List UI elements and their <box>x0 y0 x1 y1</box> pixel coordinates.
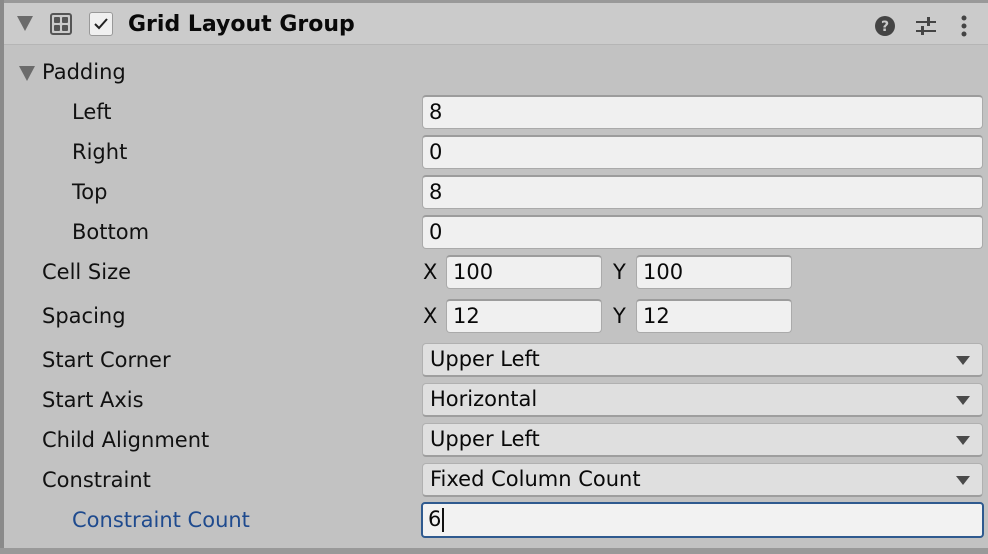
cell-size-label: Cell Size <box>42 260 132 284</box>
constraint-count-field[interactable]: 6 <box>421 502 984 538</box>
start-axis-value: Horizontal <box>430 387 538 411</box>
constraint-value: Fixed Column Count <box>430 467 641 491</box>
child-alignment-label: Child Alignment <box>42 428 210 452</box>
grid-layout-component-icon <box>50 13 72 35</box>
enabled-checkbox[interactable] <box>89 12 113 36</box>
cell-size-y-field[interactable]: 100 <box>636 255 792 289</box>
constraint-label: Constraint <box>42 468 151 492</box>
padding-right-label: Right <box>72 140 128 164</box>
cell-size-y-label[interactable]: Y <box>613 260 626 284</box>
constraint-count-value: 6 <box>428 507 442 531</box>
padding-top-field[interactable]: 8 <box>422 175 983 209</box>
padding-top-label: Top <box>72 180 108 204</box>
bottom-divider <box>0 548 988 554</box>
constraint-dropdown[interactable]: Fixed Column Count <box>422 463 983 497</box>
child-alignment-dropdown[interactable]: Upper Left <box>422 423 983 457</box>
cell-size-x-field[interactable]: 100 <box>446 255 602 289</box>
help-icon[interactable]: ? <box>874 15 896 37</box>
presets-icon[interactable] <box>915 15 937 37</box>
padding-left-label: Left <box>72 100 112 124</box>
start-corner-value: Upper Left <box>430 347 540 371</box>
child-alignment-value: Upper Left <box>430 427 540 451</box>
spacing-x-label[interactable]: X <box>423 304 437 328</box>
padding-label[interactable]: Padding <box>42 60 126 84</box>
component-header[interactable]: Grid Layout Group ? <box>4 3 988 45</box>
chevron-down-icon <box>956 476 970 485</box>
constraint-count-label: Constraint Count <box>72 508 250 532</box>
start-corner-dropdown[interactable]: Upper Left <box>422 343 983 377</box>
spacing-x-field[interactable]: 12 <box>446 299 602 333</box>
padding-left-field[interactable]: 8 <box>422 95 983 129</box>
component-title: Grid Layout Group <box>128 12 355 37</box>
spacing-label: Spacing <box>42 304 126 328</box>
chevron-down-icon <box>956 356 970 365</box>
padding-right-field[interactable]: 0 <box>422 135 983 169</box>
padding-bottom-field[interactable]: 0 <box>422 215 983 249</box>
padding-foldout-icon[interactable] <box>19 66 35 81</box>
chevron-down-icon <box>956 436 970 445</box>
start-axis-label: Start Axis <box>42 388 144 412</box>
spacing-y-field[interactable]: 12 <box>636 299 792 333</box>
checkmark-icon <box>94 18 108 30</box>
chevron-down-icon <box>956 396 970 405</box>
start-axis-dropdown[interactable]: Horizontal <box>422 383 983 417</box>
foldout-expanded-icon[interactable] <box>17 16 33 31</box>
left-divider <box>0 0 4 554</box>
spacing-y-label[interactable]: Y <box>613 304 626 328</box>
start-corner-label: Start Corner <box>42 348 171 372</box>
padding-bottom-label: Bottom <box>72 220 150 244</box>
text-caret <box>442 508 445 532</box>
cell-size-x-label[interactable]: X <box>423 260 437 284</box>
svg-text:?: ? <box>881 19 889 35</box>
more-menu-icon[interactable] <box>959 15 969 37</box>
